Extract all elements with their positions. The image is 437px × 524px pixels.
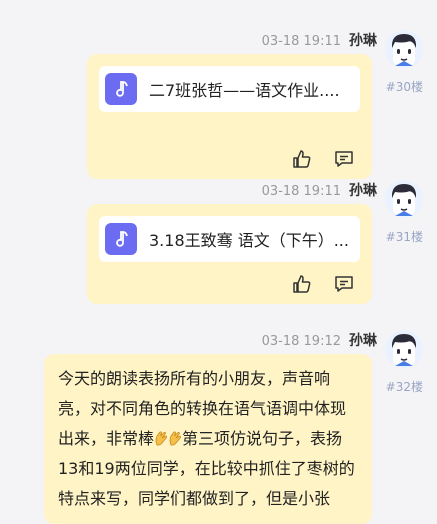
post-actions [292, 274, 354, 294]
post-31: 03-18 19:11 孙琳 #31楼 3.18王致骞 语文（下午）... [0, 180, 437, 305]
post-time: 03-18 19:11 [261, 34, 341, 49]
message-bubble: 3.18王致骞 语文（下午）... [87, 204, 372, 304]
author-name[interactable]: 孙琳 [349, 180, 377, 200]
post-meta: 03-18 19:11 孙琳 [262, 180, 377, 200]
avatar[interactable] [385, 30, 423, 68]
post-actions [292, 149, 354, 169]
author-name[interactable]: 孙琳 [349, 330, 377, 350]
attachment-title: 二7班张哲——语文作业.... [149, 81, 340, 100]
thumbs-up-icon[interactable] [292, 274, 312, 294]
clapping-hands-icon [168, 426, 182, 446]
avatar[interactable] [385, 330, 423, 368]
floor-number: #32楼 [385, 380, 423, 394]
boy-avatar-icon [391, 184, 417, 216]
author-name[interactable]: 孙琳 [349, 30, 377, 50]
post-time: 03-18 19:12 [261, 334, 341, 349]
post-meta: 03-18 19:11 孙琳 [262, 30, 377, 50]
post-32: 03-18 19:12 孙琳 #32楼 今天的朗读表扬所有的小朋友，声音响亮，对… [0, 330, 437, 524]
post-time: 03-18 19:11 [261, 184, 341, 199]
audio-attachment[interactable]: 3.18王致骞 语文（下午）... [99, 216, 360, 262]
avatar[interactable] [385, 180, 423, 218]
message-text-bubble: 今天的朗读表扬所有的小朋友，声音响亮，对不同角色的转换在语气语调中体现出来，非常… [44, 354, 372, 524]
message-bubble: 二7班张哲——语文作业.... [87, 54, 372, 179]
floor-number: #31楼 [385, 230, 423, 244]
boy-avatar-icon [391, 34, 417, 66]
clapping-hands-icon [154, 426, 168, 446]
music-note-icon [105, 223, 137, 255]
floor-number: #30楼 [385, 80, 423, 94]
attachment-title: 3.18王致骞 语文（下午）... [149, 231, 349, 250]
music-note-icon [105, 73, 137, 105]
comment-icon[interactable] [334, 274, 354, 294]
post-meta: 03-18 19:12 孙琳 [262, 330, 377, 350]
post-30: 03-18 19:11 孙琳 #30楼 二7班张哲——语文作业.... [0, 30, 437, 179]
boy-avatar-icon [391, 334, 417, 366]
comment-icon[interactable] [334, 149, 354, 169]
audio-attachment[interactable]: 二7班张哲——语文作业.... [99, 66, 360, 112]
thumbs-up-icon[interactable] [292, 149, 312, 169]
